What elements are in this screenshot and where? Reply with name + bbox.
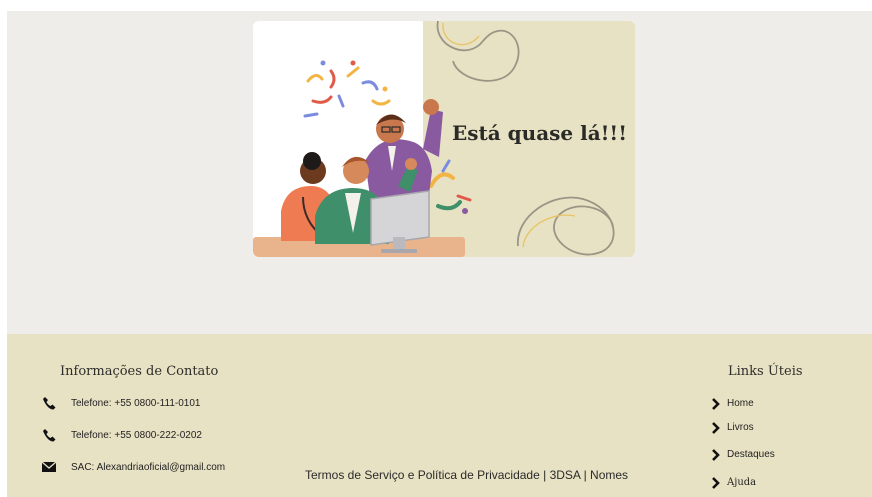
chevron-right-icon bbox=[711, 476, 721, 489]
contact-email-text: SAC: Alexandriaoficial@gmail.com bbox=[71, 461, 226, 473]
contact-title: Informações de Contato bbox=[60, 364, 219, 379]
footer: Informações de Contato Telefone: +55 080… bbox=[7, 334, 872, 497]
footer-link-ajuda[interactable]: Ajuda bbox=[711, 474, 756, 490]
footer-link-livros-label[interactable]: Livros bbox=[727, 422, 754, 433]
contact-email: SAC: Alexandriaoficial@gmail.com bbox=[41, 459, 225, 475]
contact-phone-2: Telefone: +55 0800-222-0202 bbox=[41, 427, 202, 443]
phone-icon bbox=[41, 427, 57, 443]
mail-icon bbox=[41, 459, 57, 475]
phone-icon bbox=[41, 395, 57, 411]
footer-link-livros[interactable]: Livros bbox=[711, 419, 754, 435]
footer-link-destaques-label[interactable]: Destaques bbox=[727, 449, 775, 460]
contact-phone-2-text: Telefone: +55 0800-222-0202 bbox=[71, 429, 202, 441]
terms-link[interactable]: Termos de Serviço e Política de Privacid… bbox=[305, 468, 628, 482]
footer-link-home-label[interactable]: Home bbox=[727, 398, 754, 409]
footer-link-home[interactable]: Home bbox=[711, 395, 754, 411]
links-title: Links Úteis bbox=[728, 364, 803, 379]
footer-link-ajuda-label[interactable]: Ajuda bbox=[727, 477, 756, 488]
chevron-right-icon bbox=[711, 421, 721, 434]
chevron-right-icon bbox=[711, 448, 721, 461]
hero-title: Está quase lá!!! bbox=[452, 121, 627, 145]
contact-phone-1: Telefone: +55 0800-111-0101 bbox=[41, 395, 200, 411]
contact-phone-1-text: Telefone: +55 0800-111-0101 bbox=[71, 397, 201, 409]
hero-banner: Está quase lá!!! bbox=[253, 21, 635, 257]
chevron-right-icon bbox=[711, 397, 721, 410]
footer-link-destaques[interactable]: Destaques bbox=[711, 446, 775, 462]
